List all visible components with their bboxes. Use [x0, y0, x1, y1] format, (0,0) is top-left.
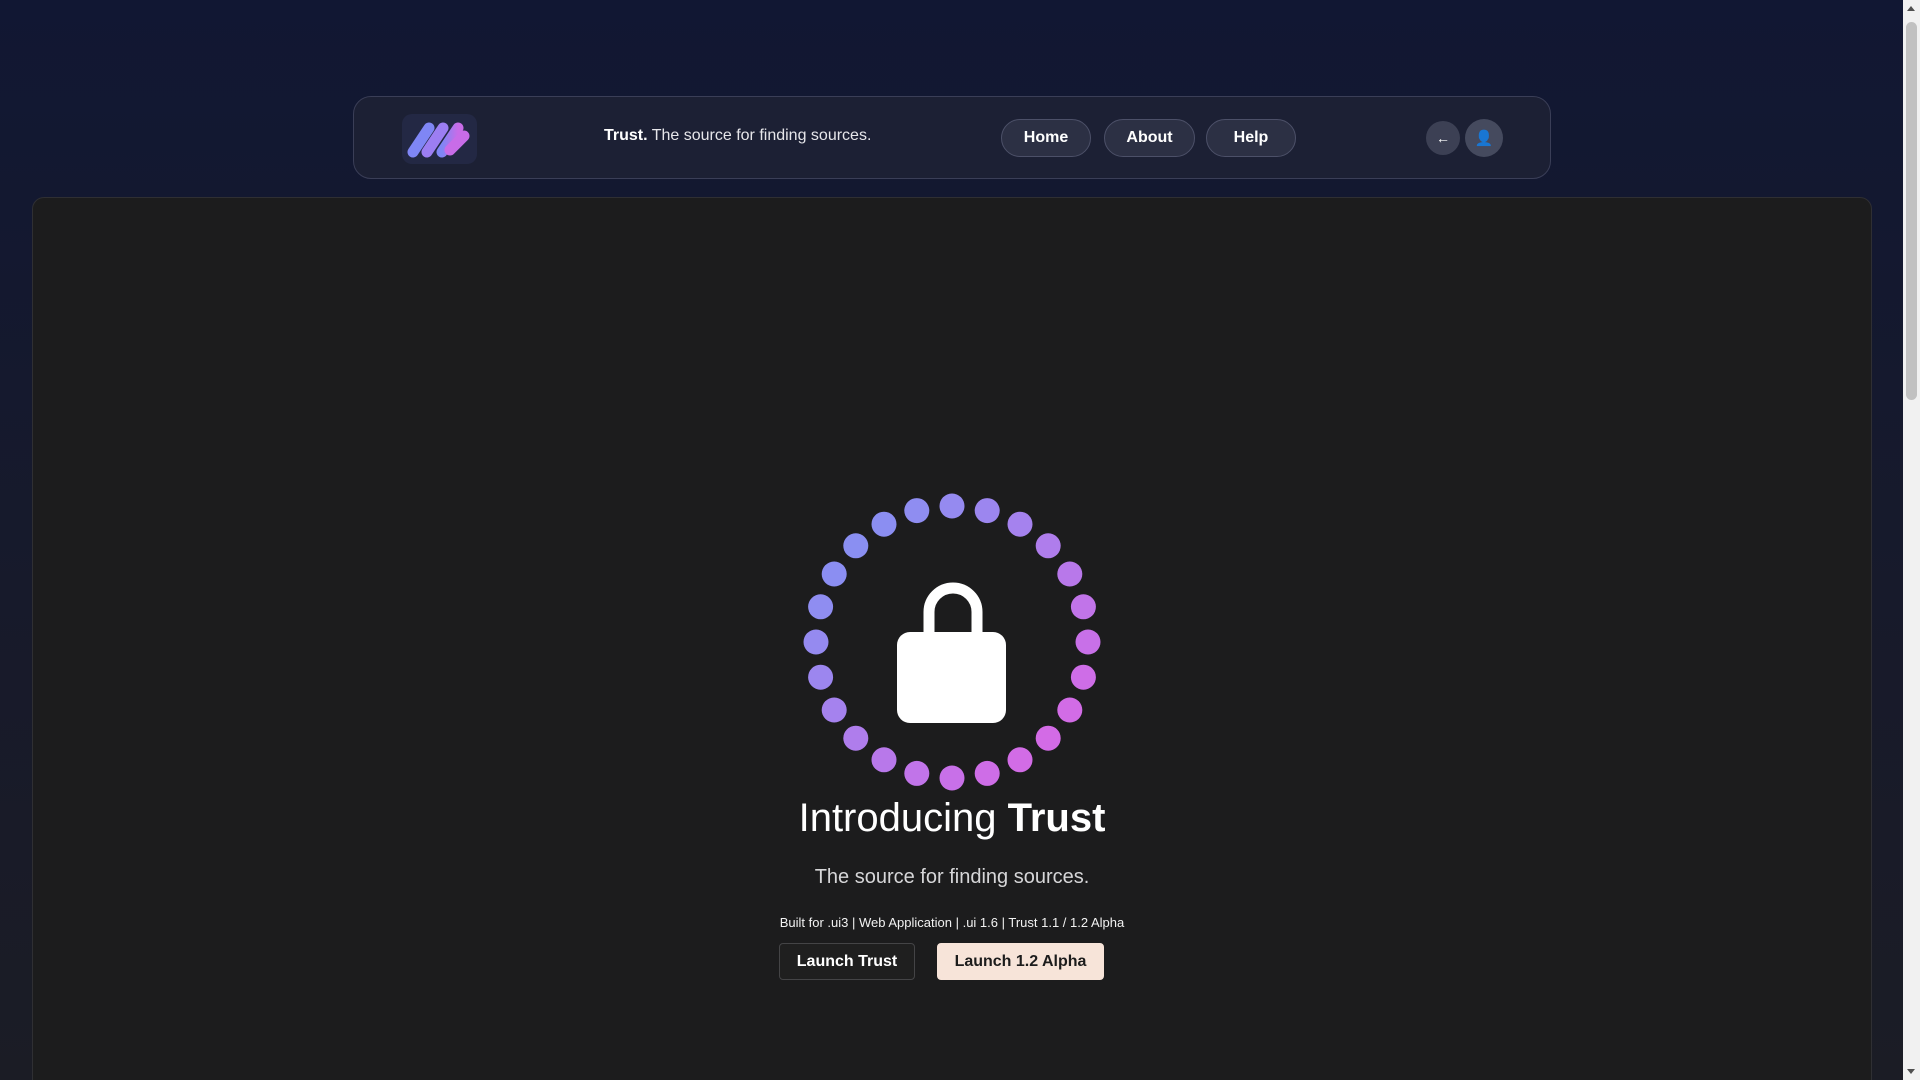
- ring-dot: [974, 498, 1000, 524]
- ring-dot: [808, 594, 834, 620]
- launch-alpha-button[interactable]: Launch 1.2 Alpha: [937, 943, 1104, 980]
- ring-dot: [1075, 629, 1101, 655]
- ring-dot: [843, 725, 869, 751]
- ring-dot: [808, 664, 834, 690]
- ring-dot: [843, 533, 869, 559]
- ring-dot: [871, 747, 897, 773]
- ring-dot: [939, 493, 965, 519]
- ring-dot: [1035, 725, 1061, 751]
- ring-dot: [1070, 594, 1096, 620]
- build-info-text: Built for .ui3 | Web Application | .ui 1…: [779, 915, 1125, 930]
- ring-dot: [1057, 561, 1083, 587]
- page: Trust. The source for finding sources. H…: [0, 0, 1920, 1080]
- hero-title-brand: Trust: [1007, 796, 1106, 840]
- header-tagline: Trust. The source for finding sources.: [604, 127, 871, 145]
- ring-dot: [1007, 747, 1033, 773]
- lock-icon: [897, 582, 1006, 723]
- about-button[interactable]: About: [1104, 119, 1195, 157]
- home-button[interactable]: Home: [1001, 119, 1091, 157]
- loading-ring-graphic: [803, 493, 1101, 791]
- scroll-down-arrow-icon[interactable]: [1907, 1069, 1915, 1074]
- ring-dot: [821, 697, 847, 723]
- ring-dot: [1007, 511, 1033, 537]
- hero-title-prefix: Introducing: [798, 796, 1008, 840]
- ring-dot: [1035, 533, 1061, 559]
- ring-dot: [939, 765, 965, 791]
- scroll-up-arrow-icon[interactable]: [1907, 6, 1915, 11]
- ring-dot: [871, 511, 897, 537]
- top-navigation-bar: Trust. The source for finding sources. H…: [353, 96, 1551, 179]
- hero-title: Introducing Trust: [0, 796, 1904, 841]
- user-icon: 👤: [1474, 130, 1494, 147]
- user-profile-button[interactable]: 👤: [1465, 119, 1503, 157]
- ring-dot: [803, 629, 829, 655]
- back-button[interactable]: ←: [1426, 121, 1460, 155]
- scrollbar-thumb[interactable]: [1906, 22, 1917, 400]
- brand-name: Trust.: [604, 127, 648, 144]
- tagline-text: The source for finding sources.: [651, 127, 872, 144]
- ring-dot: [904, 760, 930, 786]
- launch-trust-button[interactable]: Launch Trust: [779, 943, 915, 980]
- help-button[interactable]: Help: [1206, 119, 1296, 157]
- ring-dot: [974, 760, 1000, 786]
- ring-dot: [1057, 697, 1083, 723]
- ring-dot: [1070, 664, 1096, 690]
- left-arrow-icon: ←: [1436, 130, 1450, 146]
- ring-dot: [821, 561, 847, 587]
- hero-subtitle: The source for finding sources.: [814, 866, 1090, 888]
- vertical-scrollbar[interactable]: [1903, 0, 1920, 1080]
- ring-dot: [904, 498, 930, 524]
- app-logo[interactable]: [402, 114, 477, 164]
- app-logo-icon: [407, 122, 470, 158]
